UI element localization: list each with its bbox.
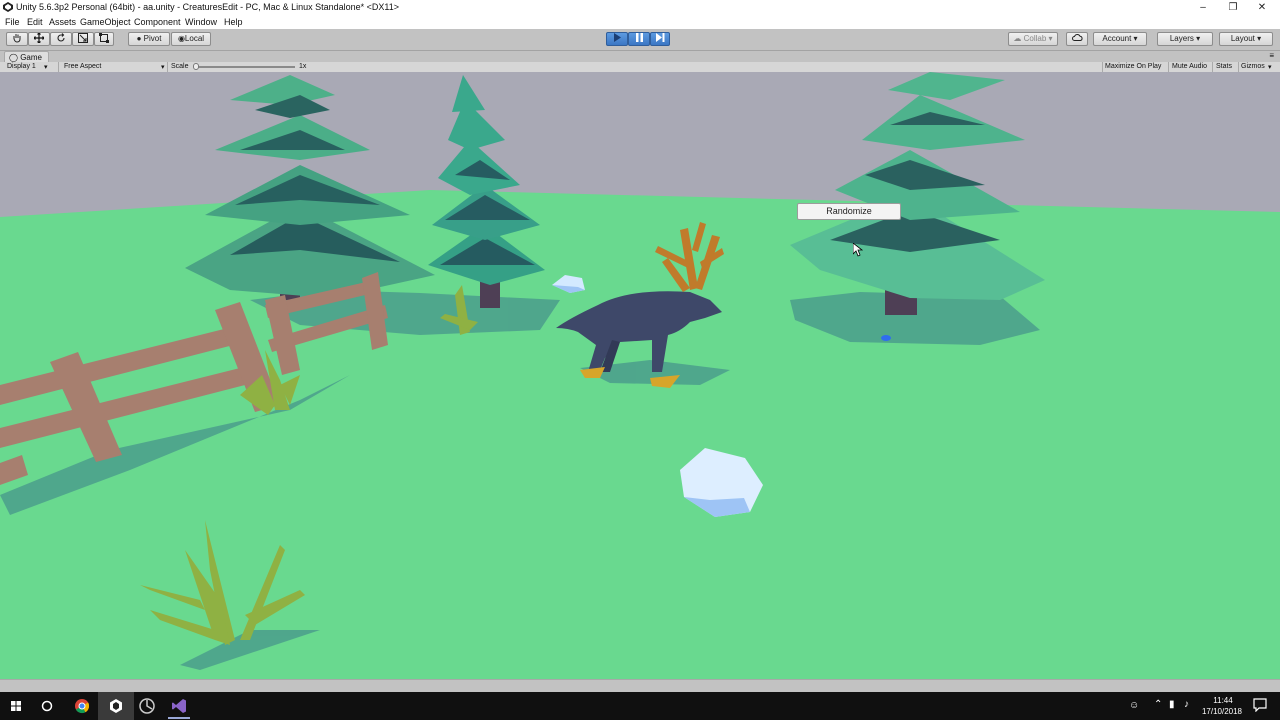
game-tab-label: Game	[20, 53, 42, 62]
display-dropdown[interactable]: Display 1	[7, 63, 36, 70]
unity-hub-icon[interactable]	[137, 696, 157, 716]
menu-edit[interactable]: Edit	[27, 17, 43, 27]
tab-strip: ◯ Game ≡	[0, 51, 1280, 63]
layers-label: Layers	[1169, 34, 1194, 43]
collab-label: Collab	[1023, 34, 1047, 43]
cloud-button[interactable]	[1066, 32, 1088, 46]
pivot-label: Pivot	[143, 34, 162, 43]
maximize-on-play-toggle[interactable]: Maximize On Play	[1105, 63, 1161, 70]
collab-dropdown[interactable]: ☁ Collab ▾	[1008, 32, 1058, 46]
restore-icon[interactable]: ❐	[1220, 0, 1246, 15]
step-icon	[655, 33, 664, 42]
main-toolbar: ● Pivot ◉Local ☁ Collab ▾ Account ▾ Laye…	[0, 29, 1280, 51]
local-label: Local	[184, 34, 205, 43]
windows-taskbar: ☺ ⌃ ▮ ♪ 11:44 17/10/2018	[0, 692, 1280, 720]
pacman-icon: ◯	[9, 53, 18, 62]
layers-dropdown[interactable]: Layers ▾	[1157, 32, 1213, 46]
blue-gem	[881, 335, 891, 341]
game-scene[interactable]	[0, 72, 1280, 679]
clock-date[interactable]: 17/10/2018	[1199, 707, 1245, 716]
menu-file[interactable]: File	[5, 17, 20, 27]
windows-start-icon[interactable]	[6, 696, 26, 716]
move-icon	[33, 32, 45, 44]
battery-icon[interactable]: ▮	[1169, 699, 1175, 710]
rect-tool-button[interactable]	[94, 32, 114, 46]
menu-gameobject[interactable]: GameObject	[80, 17, 131, 27]
unity-icon	[3, 2, 13, 12]
minimize-icon[interactable]: –	[1190, 0, 1216, 15]
mouse-cursor-icon	[853, 243, 863, 257]
collab-icon: ☁	[1013, 34, 1022, 43]
local-toggle[interactable]: ◉Local	[171, 32, 211, 46]
clock-time[interactable]: 11:44	[1204, 696, 1242, 705]
play-icon	[613, 33, 621, 42]
menu-help[interactable]: Help	[224, 17, 243, 27]
account-label: Account	[1102, 34, 1132, 43]
rotate-icon	[57, 33, 65, 42]
gizmos-dropdown-arrow[interactable]: ▾	[1268, 63, 1272, 71]
volume-icon[interactable]: ♪	[1184, 699, 1189, 710]
chrome-icon[interactable]	[72, 696, 92, 716]
cloud-icon	[1071, 34, 1083, 41]
rect-icon	[99, 33, 109, 43]
pivot-icon: ●	[136, 34, 142, 43]
globe-icon: ◉	[177, 34, 185, 43]
account-dropdown[interactable]: Account ▾	[1093, 32, 1147, 46]
close-icon[interactable]: ✕	[1249, 0, 1275, 15]
scale-slider-track[interactable]	[195, 66, 295, 68]
window-title: Unity 5.6.3p2 Personal (64bit) - aa.unit…	[16, 2, 400, 12]
display-dropdown-arrow[interactable]: ▾	[44, 63, 48, 71]
tab-menu-icon[interactable]: ≡	[1269, 51, 1274, 60]
menu-component[interactable]: Component	[134, 17, 181, 27]
unity-taskbar-active[interactable]	[98, 692, 134, 720]
menu-bar: File Edit Assets GameObject Component Wi…	[0, 15, 1280, 29]
hand-icon	[13, 34, 21, 43]
status-bar	[0, 679, 1280, 693]
scale-tool-button[interactable]	[72, 32, 94, 46]
scale-label: Scale	[171, 63, 189, 70]
scale-value: 1x	[299, 63, 307, 70]
scale-slider-thumb[interactable]	[193, 63, 199, 70]
layout-label: Layout	[1230, 34, 1255, 43]
aspect-dropdown-arrow[interactable]: ▾	[161, 63, 165, 71]
chevron-up-icon[interactable]: ⌃	[1154, 699, 1162, 710]
gizmos-toggle[interactable]: Gizmos	[1241, 63, 1265, 70]
aspect-dropdown[interactable]: Free Aspect	[64, 63, 101, 70]
search-icon[interactable]	[37, 696, 57, 716]
step-button[interactable]	[650, 32, 670, 46]
action-center-icon[interactable]	[1253, 698, 1267, 712]
scale-icon	[78, 33, 88, 43]
pivot-toggle[interactable]: ● Pivot	[128, 32, 170, 46]
hand-tool-button[interactable]	[6, 32, 28, 46]
pause-icon	[635, 33, 643, 42]
rotate-tool-button[interactable]	[50, 32, 72, 46]
visual-studio-icon[interactable]	[169, 696, 189, 716]
pause-button[interactable]	[628, 32, 650, 46]
layout-dropdown[interactable]: Layout ▾	[1219, 32, 1273, 46]
mute-audio-toggle[interactable]: Mute Audio	[1172, 63, 1207, 70]
vs-running-indicator	[168, 717, 190, 719]
randomize-button[interactable]: Randomize	[797, 203, 901, 220]
title-bar: Unity 5.6.3p2 Personal (64bit) - aa.unit…	[0, 0, 1280, 15]
unity-icon	[110, 699, 122, 713]
play-button[interactable]	[606, 32, 628, 46]
stats-toggle[interactable]: Stats	[1216, 63, 1232, 70]
people-icon[interactable]: ☺	[1129, 700, 1139, 711]
move-tool-button[interactable]	[28, 32, 50, 46]
menu-window[interactable]: Window	[185, 17, 217, 27]
menu-assets[interactable]: Assets	[49, 17, 76, 27]
